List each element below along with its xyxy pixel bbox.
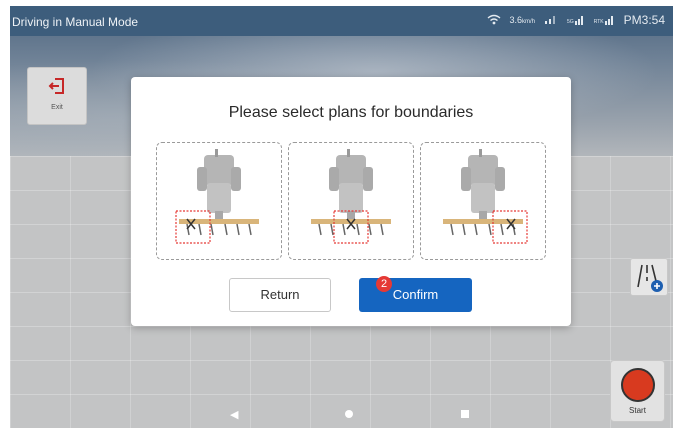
rtk-label: RTK: [593, 19, 604, 25]
back-icon[interactable]: ◀: [230, 408, 238, 421]
speed-value: 3.6: [509, 15, 523, 25]
speed-unit: km/h: [522, 19, 536, 25]
exit-label: Exit: [51, 104, 63, 111]
home-icon[interactable]: [345, 410, 353, 418]
plan-option-left[interactable]: [156, 142, 282, 260]
record-icon: [621, 368, 655, 402]
tractor-implement-illustration: [175, 149, 259, 244]
rtk-signal-icon: RTK: [594, 15, 615, 25]
step-badge: 2: [376, 276, 392, 292]
sim-signal-icon: 5G: [567, 15, 585, 25]
dialog-title: Please select plans for boundaries: [228, 104, 474, 121]
exit-button[interactable]: Exit: [27, 67, 87, 125]
sim-label: 5G: [567, 19, 574, 25]
exit-icon: [48, 77, 66, 100]
recent-apps-icon[interactable]: [461, 410, 469, 418]
boundary-path-icon: [631, 264, 667, 299]
android-nav-bar: ◀: [10, 400, 673, 428]
boundary-tool-button[interactable]: [630, 258, 668, 296]
wifi-icon: [487, 14, 501, 27]
highlight-box: [492, 210, 528, 244]
plan-option-right[interactable]: [420, 142, 546, 260]
mode-title: Driving in Manual Mode: [12, 15, 139, 29]
tractor-implement-illustration: [443, 149, 528, 244]
tractor-implement-illustration: [311, 149, 391, 244]
plan-option-center[interactable]: [288, 142, 414, 260]
clock: PM3:54: [623, 13, 665, 27]
status-bar: Driving in Manual Mode 3.6km/h 5G RTK PM…: [10, 6, 673, 36]
return-button[interactable]: Return: [229, 278, 331, 312]
speed-readout: 3.6km/h: [510, 15, 536, 25]
boundary-plan-dialog: Please select plans for boundaries Retur…: [131, 77, 571, 326]
signal-icon: [544, 14, 558, 26]
status-indicators: 3.6km/h 5G RTK PM3:54: [487, 13, 665, 27]
